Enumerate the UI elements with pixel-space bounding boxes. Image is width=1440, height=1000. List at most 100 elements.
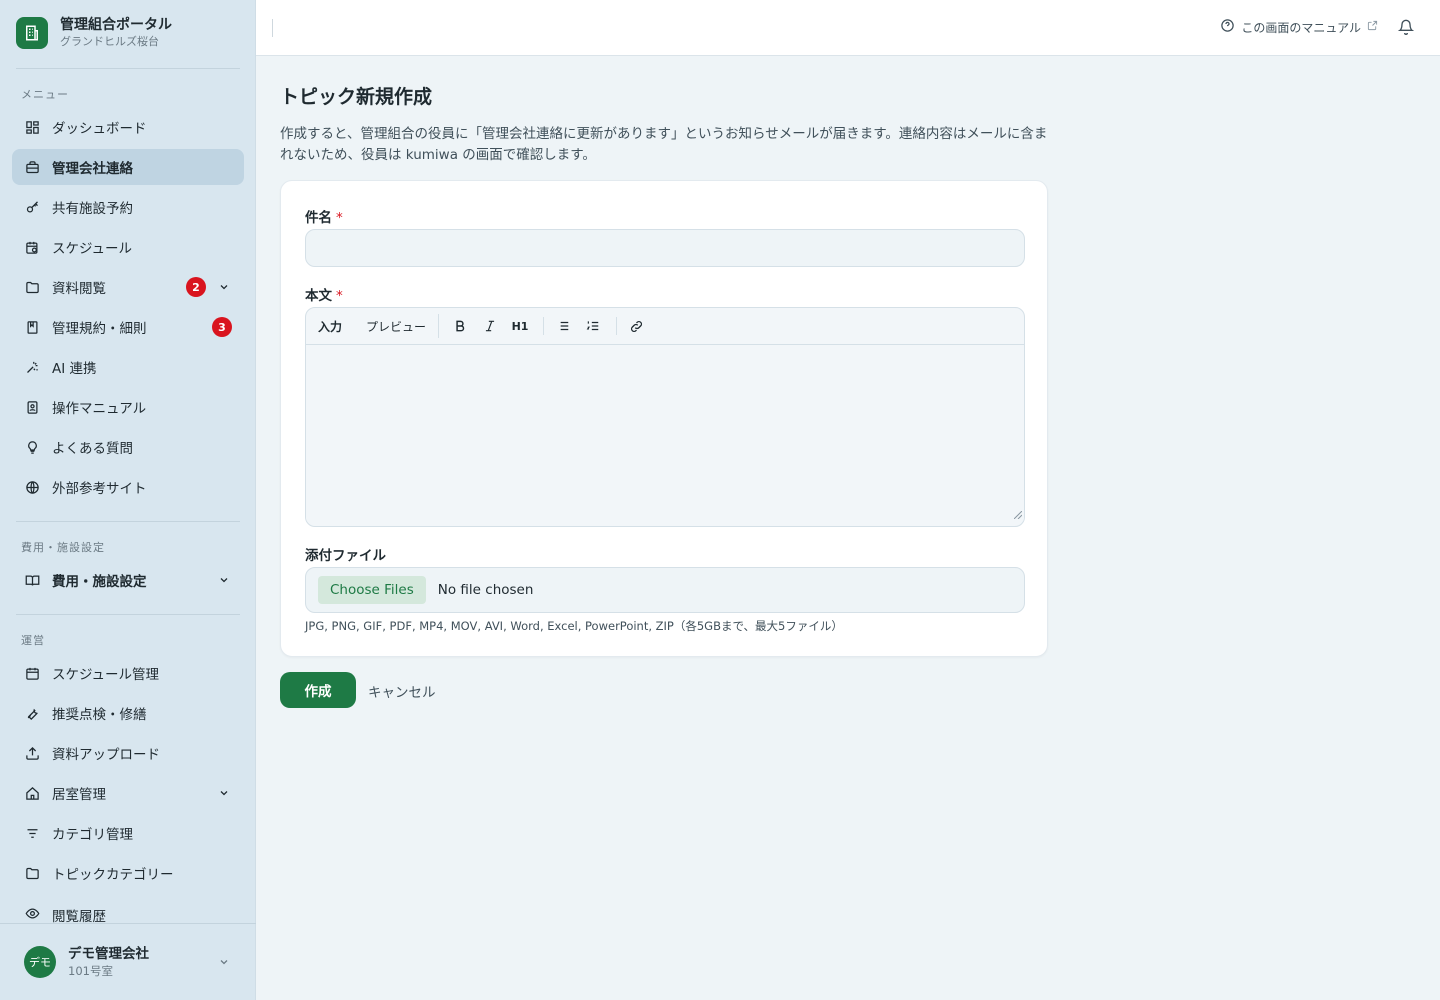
- toolbar-divider: [616, 317, 618, 335]
- notification-badge: 2: [186, 277, 206, 297]
- editor-toolbar: 入力 プレビュー H1: [306, 308, 1024, 345]
- brand[interactable]: 管理組合ポータル グランドヒルズ桜台: [16, 16, 172, 50]
- sidebar-item-label: 資料閲覧: [52, 281, 106, 297]
- required-mark: *: [336, 210, 343, 226]
- sidebar-item-label: AI 連携: [52, 361, 97, 377]
- sidebar-item-facility-booking[interactable]: 共有施設予約: [12, 189, 244, 225]
- brand-subtitle: グランドヒルズ桜台: [60, 35, 159, 48]
- manual-icon: [24, 399, 40, 415]
- book-open-icon: [24, 572, 40, 588]
- topic-form-card: 件名 * 本文 * 入力 プレビュー H1 添付ファイル Choose Files …: [280, 180, 1048, 657]
- upload-icon: [24, 745, 40, 761]
- sidebar-item-label: 管理会社連絡: [52, 161, 133, 177]
- divider: [16, 614, 240, 615]
- section-label-fees: 費用・施設設定: [21, 541, 105, 554]
- body-label: 本文 *: [305, 284, 343, 304]
- sidebar-item-label: 共有施設予約: [52, 201, 133, 217]
- home-icon: [24, 785, 40, 801]
- sidebar-item-documents[interactable]: 資料閲覧 2: [12, 269, 244, 305]
- sidebar-item-category-management[interactable]: カテゴリ管理: [12, 815, 244, 851]
- eye-icon: [24, 905, 40, 921]
- sidebar-item-label: よくある質問: [52, 441, 133, 457]
- page-title: トピック新規作成: [280, 86, 433, 108]
- chevron-down-icon[interactable]: [216, 572, 232, 588]
- toolbar-divider: [438, 314, 440, 338]
- sidebar-item-topic-category[interactable]: トピックカテゴリー: [12, 855, 244, 891]
- dashboard-icon: [24, 119, 40, 135]
- bell-icon[interactable]: [1397, 19, 1416, 37]
- sidebar-item-faq[interactable]: よくある質問: [12, 429, 244, 465]
- attach-label: 添付ファイル: [305, 548, 386, 564]
- sidebar-item-label: 費用・施設設定: [52, 574, 147, 590]
- sidebar-item-rules[interactable]: 管理規約・細則 3: [12, 309, 244, 345]
- sidebar-item-inspection[interactable]: 推奨点検・修繕: [12, 695, 244, 731]
- sidebar-item-management-contact[interactable]: 管理会社連絡: [12, 149, 244, 185]
- sidebar-item-room-management[interactable]: 居室管理: [12, 775, 244, 811]
- sidebar-item-fees-settings[interactable]: 費用・施設設定: [12, 562, 244, 598]
- no-file-text: No file chosen: [437, 582, 534, 598]
- screen-manual-link[interactable]: この画面のマニュアル: [1220, 18, 1378, 36]
- italic-icon[interactable]: [477, 313, 503, 339]
- sidebar-item-ai[interactable]: AI 連携: [12, 349, 244, 385]
- subject-input[interactable]: [305, 229, 1025, 267]
- chevron-down-icon[interactable]: [216, 954, 232, 970]
- sidebar-item-label: 外部参考サイト: [52, 481, 147, 497]
- resize-handle[interactable]: [1014, 511, 1022, 519]
- sidebar-item-label: 閲覧履歴: [52, 909, 106, 923]
- sidebar-item-dashboard[interactable]: ダッシュボード: [12, 109, 244, 145]
- header-divider: [272, 19, 273, 37]
- chevron-down-icon[interactable]: [216, 785, 232, 801]
- sidebar-item-label: トピックカテゴリー: [52, 867, 174, 883]
- link-icon[interactable]: [623, 313, 649, 339]
- user-room: 101号室: [68, 964, 113, 978]
- sidebar: 管理組合ポータル グランドヒルズ桜台 メニュー ダッシュボード 管理会社連絡 共…: [0, 0, 256, 1000]
- divider: [16, 68, 240, 69]
- sidebar-item-label: 居室管理: [52, 787, 106, 803]
- wrench-icon: [24, 705, 40, 721]
- toolbar-divider: [543, 317, 545, 335]
- sidebar-item-label: 操作マニュアル: [52, 401, 147, 417]
- heading-icon[interactable]: H1: [507, 313, 533, 339]
- chevron-down-icon[interactable]: [216, 279, 232, 295]
- sidebar-item-label: スケジュール管理: [52, 667, 160, 683]
- sidebar-item-view-history[interactable]: 閲覧履歴: [12, 895, 244, 923]
- tab-preview[interactable]: プレビュー: [366, 318, 426, 335]
- briefcase-icon: [24, 159, 40, 175]
- help-circle-icon: [1220, 18, 1235, 36]
- tab-input[interactable]: 入力: [318, 318, 342, 335]
- cancel-button[interactable]: キャンセル: [368, 681, 436, 701]
- screen-manual-label: この画面のマニュアル: [1241, 20, 1361, 35]
- choose-files-button[interactable]: Choose Files: [318, 576, 426, 604]
- sidebar-item-schedule-management[interactable]: スケジュール管理: [12, 655, 244, 691]
- bold-icon[interactable]: [447, 313, 473, 339]
- section-label-menu: メニュー: [21, 88, 69, 101]
- create-button[interactable]: 作成: [280, 672, 356, 708]
- divider: [16, 521, 240, 522]
- sidebar-item-label: カテゴリ管理: [52, 827, 133, 843]
- sidebar-item-label: 管理規約・細則: [52, 321, 147, 337]
- sidebar-item-external-sites[interactable]: 外部参考サイト: [12, 469, 244, 505]
- body-textarea[interactable]: [306, 345, 1024, 521]
- sidebar-item-schedule[interactable]: スケジュール: [12, 229, 244, 265]
- notification-badge: 3: [212, 317, 232, 337]
- sidebar-item-label: 資料アップロード: [52, 747, 160, 763]
- folder-icon: [24, 865, 40, 881]
- avatar: デモ: [24, 946, 56, 978]
- file-input[interactable]: Choose Files No file chosen: [305, 567, 1025, 613]
- section-label-ops: 運営: [21, 634, 45, 647]
- user-menu[interactable]: デモ デモ管理会社 101号室: [0, 923, 256, 1000]
- bullet-list-icon[interactable]: [550, 313, 576, 339]
- numbered-list-icon[interactable]: [580, 313, 606, 339]
- sidebar-item-manual[interactable]: 操作マニュアル: [12, 389, 244, 425]
- filter-icon: [24, 825, 40, 841]
- calendar-clock-icon: [24, 239, 40, 255]
- key-icon: [24, 199, 40, 215]
- top-header: この画面のマニュアル: [256, 0, 1440, 56]
- body-label-text: 本文: [305, 288, 332, 304]
- subject-label: 件名 *: [305, 206, 343, 226]
- lightbulb-icon: [24, 439, 40, 455]
- folder-icon: [24, 279, 40, 295]
- page-description: 作成すると、管理組合の役員に「管理会社連絡に更新があります」というお知らせメール…: [280, 126, 1048, 163]
- sidebar-item-label: 推奨点検・修繕: [52, 707, 147, 723]
- sidebar-item-document-upload[interactable]: 資料アップロード: [12, 735, 244, 771]
